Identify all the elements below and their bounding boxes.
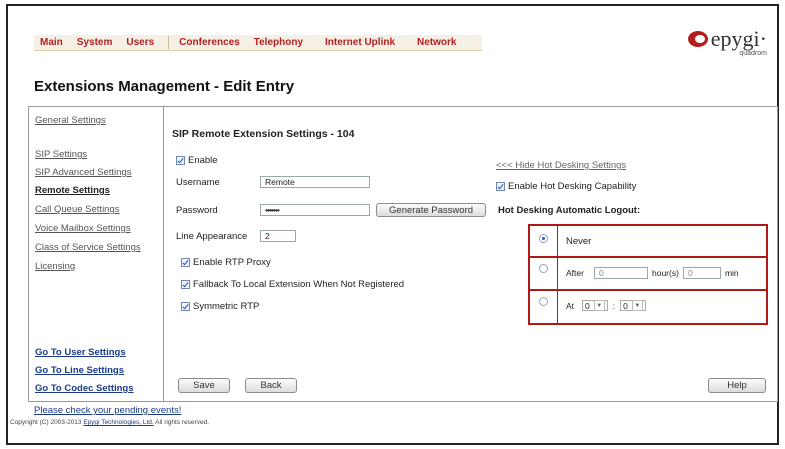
line-appearance-row: Line Appearance 2 [176,230,296,242]
rtp-proxy-row: Enable RTP Proxy [181,257,271,268]
enable-hot-desking-label: Enable Hot Desking Capability [508,181,637,192]
fallback-checkbox[interactable] [181,280,190,289]
enable-checkbox[interactable] [176,156,185,165]
enable-hot-desking-row: Enable Hot Desking Capability [496,181,636,192]
go-to-line-settings[interactable]: Go To Line Settings [35,365,124,376]
nav-system[interactable]: System [77,37,113,48]
symmetric-rtp-row: Symmetric RTP [181,301,259,312]
min-input[interactable]: 0 [682,267,721,279]
enable-rtp-proxy-checkbox[interactable] [181,258,190,267]
top-navigation: Main System Users Conferences Telephony … [34,35,483,51]
at-min-select[interactable]: 0 ▼ [620,300,646,311]
after-radio[interactable] [539,264,548,273]
sidebar-item-sip-advanced[interactable]: SIP Advanced Settings [35,167,131,178]
company-link[interactable]: Epygi Technologies, Ltd. [83,419,153,426]
chevron-down-icon: ▼ [593,300,605,311]
hours-label: hour(s) [652,268,679,278]
save-button[interactable]: Save [178,378,230,393]
enable-label: Enable [188,155,218,166]
nav-network[interactable]: Network [417,37,456,48]
go-to-codec-settings[interactable]: Go To Codec Settings [35,383,134,394]
copyright: Copyright (C) 2003-2013 Epygi Technologi… [10,419,209,426]
hot-desking-logout-title-row: Hot Desking Automatic Logout: [498,205,640,216]
hide-hot-desking-row: <<< Hide Hot Desking Settings [496,160,626,171]
hours-input[interactable]: 0 [594,267,648,279]
symmetric-rtp-label: Symmetric RTP [193,301,260,312]
password-input[interactable]: ••••••• [260,204,370,216]
at-hour-value: 0 [585,300,590,311]
epygi-logo: epygi· quadrom [688,26,767,57]
at-option [539,297,548,306]
nav-conferences[interactable]: Conferences [179,37,240,48]
nav-main[interactable]: Main [40,37,63,48]
after-option [539,264,548,273]
min-label: min [724,268,739,278]
pending-events-link[interactable]: Please check your pending events! [34,405,181,416]
password-row: Password ••••••• Generate Password [176,203,486,217]
nav-telephony[interactable]: Telephony [254,37,303,48]
logo-subtitle: quadrom [739,50,767,57]
nav-internet-uplink[interactable]: Internet Uplink [325,37,395,48]
nav-users[interactable]: Users [126,37,154,48]
at-row: At 0 ▼ : 0 ▼ [566,300,646,311]
sidebar-item-general[interactable]: General Settings [35,115,106,126]
sidebar-item-voice-mailbox[interactable]: Voice Mailbox Settings [35,223,131,234]
hot-desking-logout-options: Never After 0 hour(s) 0 min At 0 ▼ : 0 ▼ [528,224,768,325]
sidebar-item-call-queue[interactable]: Call Queue Settings [35,204,120,215]
sidebar: General Settings SIP Settings SIP Advanc… [28,106,164,402]
after-label: After [566,268,584,278]
help-button[interactable]: Help [708,378,766,393]
never-option [539,234,548,243]
go-to-user-settings[interactable]: Go To User Settings [35,347,126,358]
at-radio[interactable] [539,297,548,306]
username-input[interactable]: Remote [260,176,370,188]
sidebar-item-licensing[interactable]: Licensing [35,261,75,272]
line-appearance-label: Line Appearance [176,230,248,242]
symmetric-rtp-checkbox[interactable] [181,302,190,311]
never-radio[interactable] [539,234,548,243]
sidebar-item-remote[interactable]: Remote Settings [35,185,110,196]
line-appearance-input[interactable]: 2 [260,230,296,242]
enable-rtp-proxy-label: Enable RTP Proxy [193,257,271,268]
sidebar-item-sip[interactable]: SIP Settings [35,149,87,160]
username-row: Username Remote [176,176,370,188]
hot-desking-logout-title: Hot Desking Automatic Logout: [498,205,641,216]
back-button[interactable]: Back [245,378,297,393]
at-label: At [566,300,575,311]
password-label: Password [176,204,218,216]
sidebar-item-class-of-service[interactable]: Class of Service Settings [35,242,141,253]
time-colon: : [612,300,616,311]
enable-row: Enable [176,155,218,166]
logo-mark-icon [688,31,708,47]
chevron-down-icon: ▼ [631,300,643,311]
never-label: Never [566,236,592,247]
copyright-prefix: Copyright (C) 2003-2013 [10,419,82,426]
logo-brand: epygi [710,26,760,51]
username-label: Username [176,176,220,188]
section-title: SIP Remote Extension Settings - 104 [172,128,355,140]
fallback-row: Fallback To Local Extension When Not Reg… [181,279,404,290]
enable-hot-desking-checkbox[interactable] [496,182,505,191]
fallback-label: Fallback To Local Extension When Not Reg… [193,279,405,290]
copyright-rights: All rights reserved. [155,419,209,426]
page-title: Extensions Management - Edit Entry [34,78,295,95]
hide-hot-desking-link[interactable]: <<< Hide Hot Desking Settings [496,160,626,171]
after-row: After 0 hour(s) 0 min [566,267,739,279]
nav-separator [168,36,170,49]
at-hour-select[interactable]: 0 ▼ [582,300,608,311]
at-min-value: 0 [623,300,628,311]
generate-password-button[interactable]: Generate Password [376,203,486,217]
